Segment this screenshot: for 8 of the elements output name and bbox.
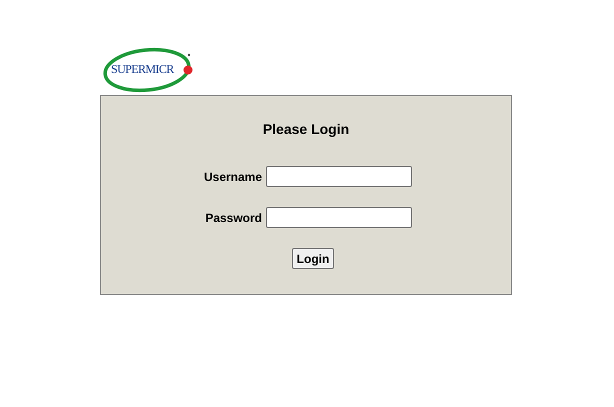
login-button[interactable]: Login: [292, 248, 334, 269]
field-label: Password: [205, 210, 262, 224]
logo-text: SUPERMICR: [111, 62, 174, 77]
panel-title: Please Login: [262, 121, 350, 137]
logo-swoosh-icon: [103, 46, 195, 94]
field-label: Username: [204, 170, 262, 184]
input-field[interactable]: [266, 207, 412, 228]
input-field[interactable]: [266, 166, 412, 187]
